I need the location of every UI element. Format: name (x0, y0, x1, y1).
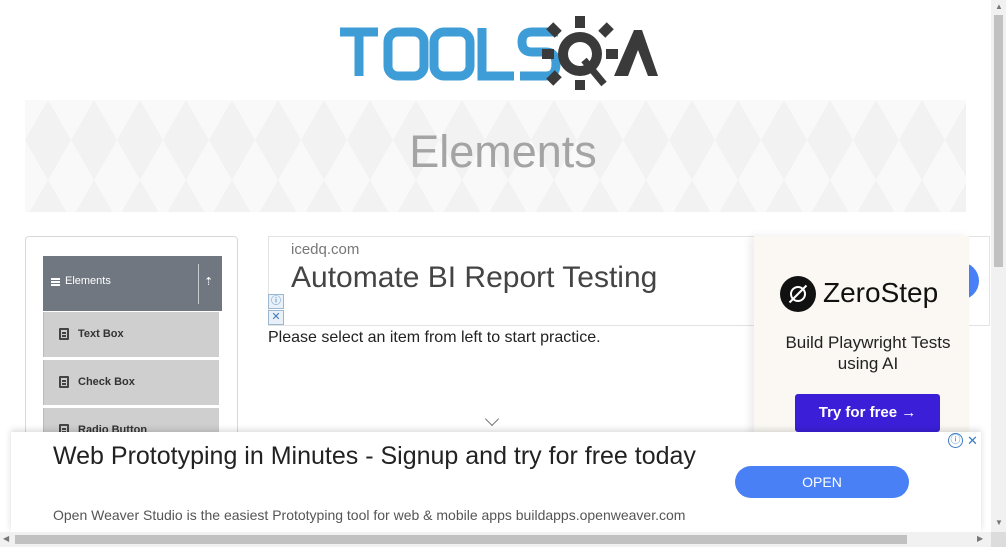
bottom-ad[interactable]: Web Prototyping in Minutes - Signup and … (11, 432, 981, 532)
ad-close-icon[interactable]: ✕ (268, 310, 284, 325)
scroll-up-icon[interactable]: ▲ (995, 2, 1003, 11)
sidebar-group-elements[interactable]: Elements ⇡ (43, 256, 222, 311)
collapse-arrow-icon[interactable]: ⇡ (204, 276, 213, 288)
side-ad[interactable]: ZeroStep Build Playwright Tests using AI… (754, 236, 969, 436)
menu-icon (51, 278, 60, 286)
vertical-scrollbar[interactable]: ▲ ▼ (991, 0, 1006, 532)
ad-headline[interactable]: Web Prototyping in Minutes - Signup and … (53, 440, 713, 472)
sidebar-group-label: Elements (65, 275, 111, 287)
ad-brand: ZeroStep (823, 277, 939, 308)
doc-icon (59, 328, 69, 340)
gear-icon (542, 16, 618, 90)
ad-domain: icedq.com (291, 241, 360, 258)
ad-tagline: Build Playwright Tests using AI (785, 333, 951, 373)
ad-info-icon[interactable]: ⓘ (268, 294, 284, 309)
try-for-free-button[interactable]: Try for free → (795, 394, 940, 432)
scroll-right-icon[interactable]: ▶ (977, 534, 983, 543)
divider (198, 264, 199, 304)
sidebar-item-check-box[interactable]: Check Box (43, 360, 219, 405)
open-button[interactable]: OPEN (735, 466, 909, 498)
instructions-text: Please select an item from left to start… (268, 329, 601, 346)
sidebar-item-text-box[interactable]: Text Box (43, 312, 219, 357)
scroll-left-icon[interactable]: ◀ (3, 534, 9, 543)
page: Elements Elements ⇡ Text Box Check Box R… (0, 0, 1006, 547)
logo-letters (340, 27, 561, 81)
doc-icon (59, 376, 69, 388)
logo-letter-a (614, 30, 658, 76)
sidebar-item-label: Text Box (78, 328, 124, 340)
chevron-down-icon[interactable] (484, 411, 500, 427)
toolsqa-logo[interactable] (336, 14, 660, 90)
ad-description: Open Weaver Studio is the easiest Protot… (53, 507, 686, 523)
ad-headline[interactable]: Automate BI Report Testing (291, 261, 657, 295)
ad-close-icon[interactable]: ✕ (965, 433, 980, 448)
scrollbar-corner (991, 532, 1006, 547)
scroll-down-icon[interactable]: ▼ (995, 518, 1003, 527)
zerostep-logo-icon (780, 276, 816, 312)
scrollbar-thumb[interactable] (15, 535, 907, 544)
horizontal-scrollbar[interactable]: ◀ ▶ (0, 532, 991, 547)
scrollbar-thumb[interactable] (994, 15, 1003, 267)
page-title: Elements (409, 126, 597, 177)
sidebar-item-label: Check Box (78, 376, 135, 388)
ad-info-icon[interactable]: ⓘ (948, 433, 963, 448)
sidebar: Elements ⇡ Text Box Check Box Radio Butt… (25, 236, 238, 456)
